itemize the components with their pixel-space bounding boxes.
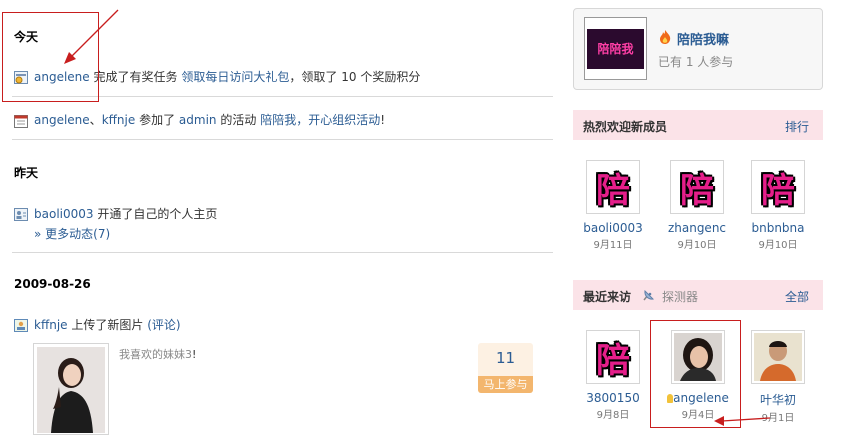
photo-image bbox=[37, 347, 105, 433]
visitor-card[interactable]: 陪 3800150 9月8日 bbox=[583, 330, 643, 421]
activity-link[interactable]: 陪陪我，开心组织活动 bbox=[260, 113, 380, 127]
visitor-photo bbox=[754, 333, 802, 381]
upload-user-link[interactable]: kffnje bbox=[34, 318, 68, 332]
task-text-3: 个奖励积分 bbox=[360, 70, 421, 84]
divider bbox=[12, 139, 553, 140]
ranking-link[interactable]: 排行 bbox=[785, 118, 809, 135]
homepage-user-link[interactable]: baoli0003 bbox=[34, 207, 94, 221]
fire-icon bbox=[660, 30, 671, 44]
activity-feed-item: angelene、kffnje 参加了 admin 的活动 陪陪我，开心组织活动… bbox=[34, 111, 385, 128]
yesterday-heading: 昨天 bbox=[14, 166, 39, 180]
avatar[interactable] bbox=[751, 330, 805, 384]
task-link[interactable]: 领取每日访问大礼包 bbox=[181, 70, 289, 84]
profile-card-icon bbox=[14, 208, 28, 221]
member-date: 9月10日 bbox=[758, 240, 798, 251]
annotation-arrow bbox=[64, 9, 119, 64]
homepage-feed-item: baoli0003 开通了自己的个人主页 bbox=[34, 205, 217, 222]
recent-visitors-title: 最近来访 bbox=[583, 290, 632, 304]
member-name[interactable]: baoli0003 bbox=[583, 221, 643, 235]
activity-text-2: 的活动 bbox=[220, 113, 257, 127]
new-members-header: 热烈欢迎新成员 排行 bbox=[573, 110, 823, 140]
task-text: 完成了有奖任务 bbox=[93, 70, 178, 84]
avatar[interactable]: 陪 bbox=[586, 330, 640, 384]
visitor-name[interactable]: 3800150 bbox=[583, 391, 643, 405]
divider bbox=[12, 252, 553, 253]
event-title[interactable]: 陪陪我嘛 bbox=[677, 29, 729, 48]
homepage-text: 开通了自己的个人主页 bbox=[97, 207, 218, 221]
visitor-card[interactable]: 叶华初 9月1日 bbox=[748, 330, 808, 424]
event-participants: 已有 1 人参与 bbox=[658, 55, 734, 69]
member-name[interactable]: bnbnbna bbox=[748, 221, 808, 235]
avatar[interactable]: 陪 bbox=[751, 160, 805, 214]
event-card: 陪陪我 陪陪我嘛 已有 1 人参与 bbox=[573, 8, 823, 90]
activity-user-link[interactable]: angelene bbox=[34, 113, 90, 127]
avatar[interactable]: 陪 bbox=[586, 160, 640, 214]
uploaded-photo[interactable] bbox=[33, 343, 109, 435]
activity-bang: ! bbox=[380, 113, 386, 127]
image-icon bbox=[14, 319, 28, 332]
member-card[interactable]: 陪 zhangenc 9月10日 bbox=[667, 160, 727, 251]
avatar[interactable]: 陪 bbox=[670, 160, 724, 214]
activity-separator: 、 bbox=[89, 113, 102, 127]
task-text-2: ，领取了 bbox=[289, 70, 338, 84]
activity-text: 参加了 bbox=[139, 113, 176, 127]
vote-widget: 11 马上参与 bbox=[478, 343, 533, 393]
comment-link[interactable]: (评论) bbox=[147, 318, 180, 332]
recent-visitors-header: 最近来访 探测器 全部 bbox=[573, 280, 823, 310]
join-now-button[interactable]: 马上参与 bbox=[478, 376, 533, 393]
task-count: 10 bbox=[341, 70, 357, 84]
member-date: 9月11日 bbox=[593, 240, 633, 251]
member-name[interactable]: zhangenc bbox=[667, 221, 727, 235]
event-logo[interactable]: 陪陪我 bbox=[584, 17, 647, 80]
satellite-dish-icon bbox=[643, 289, 655, 301]
upload-feed-item: kffnje 上传了新图片 (评论) bbox=[34, 316, 181, 333]
detector-link[interactable]: 探测器 bbox=[662, 288, 698, 305]
admin-link[interactable]: admin bbox=[179, 113, 217, 127]
new-members-title: 热烈欢迎新成员 bbox=[583, 120, 668, 134]
member-card[interactable]: 陪 baoli0003 9月11日 bbox=[583, 160, 643, 251]
date-heading: 2009-08-26 bbox=[14, 277, 91, 291]
activity-user-link-2[interactable]: kffnje bbox=[102, 113, 136, 127]
vote-count: 11 bbox=[495, 349, 516, 367]
member-card[interactable]: 陪 bnbnbna 9月10日 bbox=[748, 160, 808, 251]
member-date: 9月10日 bbox=[677, 240, 717, 251]
calendar-icon bbox=[14, 115, 28, 128]
photo-caption: 我喜欢的妹妹3! bbox=[119, 348, 197, 361]
upload-text: 上传了新图片 bbox=[71, 318, 144, 332]
more-activity-link[interactable]: » 更多动态(7) bbox=[34, 225, 110, 242]
all-visitors-link[interactable]: 全部 bbox=[785, 288, 809, 305]
event-logo-text: 陪陪我 bbox=[597, 42, 634, 56]
annotation-arrow bbox=[714, 416, 771, 426]
visitor-name[interactable]: 叶华初 bbox=[748, 391, 808, 408]
visitor-date: 9月8日 bbox=[596, 410, 630, 421]
annotation-box bbox=[650, 320, 741, 428]
